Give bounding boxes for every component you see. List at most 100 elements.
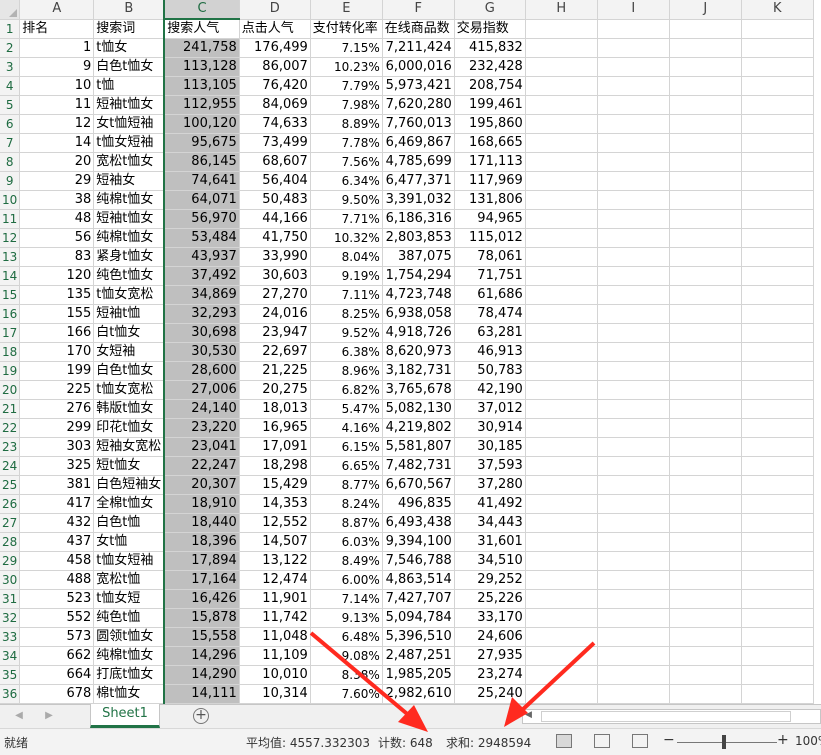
cell-a6[interactable]: 12 (19, 114, 95, 134)
cell-e15[interactable]: 7.11% (310, 285, 383, 305)
cell-f18[interactable]: 8,620,973 (382, 342, 455, 362)
cell-i22[interactable] (597, 418, 670, 438)
row-header[interactable]: 35 (0, 665, 21, 685)
cell-b23[interactable]: 短袖女宽松 (93, 437, 165, 457)
column-header-a[interactable]: A (19, 0, 95, 20)
row-header[interactable]: 30 (0, 570, 21, 590)
cell-k21[interactable] (741, 399, 814, 419)
cell-g13[interactable]: 78,061 (454, 247, 526, 267)
cell-h34[interactable] (525, 646, 598, 666)
cell-c11[interactable]: 56,970 (163, 209, 240, 229)
cell-g30[interactable]: 29,252 (454, 570, 526, 590)
cell-g27[interactable]: 34,443 (454, 513, 526, 533)
cell-g20[interactable]: 42,190 (454, 380, 526, 400)
cell-g11[interactable]: 94,965 (454, 209, 526, 229)
cell-e17[interactable]: 9.52% (310, 323, 383, 343)
cell-b8[interactable]: 宽松t恤女 (93, 152, 165, 172)
cell-d35[interactable]: 10,010 (239, 665, 311, 685)
cell-d11[interactable]: 44,166 (239, 209, 311, 229)
cell-j7[interactable] (669, 133, 742, 153)
cell-k35[interactable] (741, 665, 814, 685)
cell-k3[interactable] (741, 57, 814, 77)
cell-b25[interactable]: 白色短袖女 (93, 475, 165, 495)
cell-j19[interactable] (669, 361, 742, 381)
row-header[interactable]: 9 (0, 171, 21, 191)
column-header-i[interactable]: I (597, 0, 670, 20)
cell-g23[interactable]: 30,185 (454, 437, 526, 457)
cell-f20[interactable]: 3,765,678 (382, 380, 455, 400)
cell-i16[interactable] (597, 304, 670, 324)
cell-c10[interactable]: 64,071 (163, 190, 240, 210)
cell-d15[interactable]: 27,270 (239, 285, 311, 305)
column-header-b[interactable]: B (93, 0, 165, 20)
cell-d9[interactable]: 56,404 (239, 171, 311, 191)
zoom-level[interactable]: 100% (795, 734, 821, 748)
cell-g15[interactable]: 61,686 (454, 285, 526, 305)
cell-a36[interactable]: 678 (19, 684, 95, 704)
cell-f34[interactable]: 2,487,251 (382, 646, 455, 666)
cell-h33[interactable] (525, 627, 598, 647)
cell-e4[interactable]: 7.79% (310, 76, 383, 96)
cell-a27[interactable]: 432 (19, 513, 95, 533)
cell-k28[interactable] (741, 532, 814, 552)
cell-h12[interactable] (525, 228, 598, 248)
cell-h32[interactable] (525, 608, 598, 628)
cell-i15[interactable] (597, 285, 670, 305)
cell-f33[interactable]: 5,396,510 (382, 627, 455, 647)
cell-e11[interactable]: 7.71% (310, 209, 383, 229)
cell-c30[interactable]: 17,164 (163, 570, 240, 590)
add-sheet-icon[interactable]: + (193, 708, 209, 724)
page-break-preview-icon[interactable] (632, 734, 648, 748)
cell-g12[interactable]: 115,012 (454, 228, 526, 248)
cell-j12[interactable] (669, 228, 742, 248)
cell-f31[interactable]: 7,427,707 (382, 589, 455, 609)
cell-e31[interactable]: 7.14% (310, 589, 383, 609)
cell-k34[interactable] (741, 646, 814, 666)
cell-i17[interactable] (597, 323, 670, 343)
cell-a15[interactable]: 135 (19, 285, 95, 305)
cell-a16[interactable]: 155 (19, 304, 95, 324)
cell-b16[interactable]: 短袖t恤 (93, 304, 165, 324)
cell-e2[interactable]: 7.15% (310, 38, 383, 58)
cell-a7[interactable]: 14 (19, 133, 95, 153)
cell-c2[interactable]: 241,758 (163, 38, 240, 58)
row-header[interactable]: 8 (0, 152, 21, 172)
cell-c13[interactable]: 43,937 (163, 247, 240, 267)
row-header[interactable]: 26 (0, 494, 21, 514)
cell-d16[interactable]: 24,016 (239, 304, 311, 324)
cell-g35[interactable]: 23,274 (454, 665, 526, 685)
cell-b33[interactable]: 圆领t恤女 (93, 627, 165, 647)
cell-f27[interactable]: 6,493,438 (382, 513, 455, 533)
cell-h19[interactable] (525, 361, 598, 381)
cell-a11[interactable]: 48 (19, 209, 95, 229)
row-header[interactable]: 21 (0, 399, 21, 419)
cell-f13[interactable]: 387,075 (382, 247, 455, 267)
prev-sheet-arrow-icon[interactable]: ◀ (14, 710, 24, 722)
cell-j14[interactable] (669, 266, 742, 286)
cell-h15[interactable] (525, 285, 598, 305)
cell-h1[interactable] (525, 19, 598, 39)
cell-c21[interactable]: 24,140 (163, 399, 240, 419)
cell-i10[interactable] (597, 190, 670, 210)
cell-c18[interactable]: 30,530 (163, 342, 240, 362)
row-header[interactable]: 4 (0, 76, 21, 96)
cell-a17[interactable]: 166 (19, 323, 95, 343)
cell-j35[interactable] (669, 665, 742, 685)
cell-j11[interactable] (669, 209, 742, 229)
cell-a20[interactable]: 225 (19, 380, 95, 400)
cell-g8[interactable]: 171,113 (454, 152, 526, 172)
row-header[interactable]: 11 (0, 209, 21, 229)
cell-h9[interactable] (525, 171, 598, 191)
row-header[interactable]: 36 (0, 684, 21, 704)
row-header[interactable]: 23 (0, 437, 21, 457)
cell-f2[interactable]: 7,211,424 (382, 38, 455, 58)
cell-h5[interactable] (525, 95, 598, 115)
row-header[interactable]: 32 (0, 608, 21, 628)
cell-e34[interactable]: 9.08% (310, 646, 383, 666)
cell-b28[interactable]: 女t恤 (93, 532, 165, 552)
row-header[interactable]: 34 (0, 646, 21, 666)
cell-f16[interactable]: 6,938,058 (382, 304, 455, 324)
column-header-h[interactable]: H (525, 0, 598, 20)
cell-d33[interactable]: 11,048 (239, 627, 311, 647)
cell-f15[interactable]: 4,723,748 (382, 285, 455, 305)
